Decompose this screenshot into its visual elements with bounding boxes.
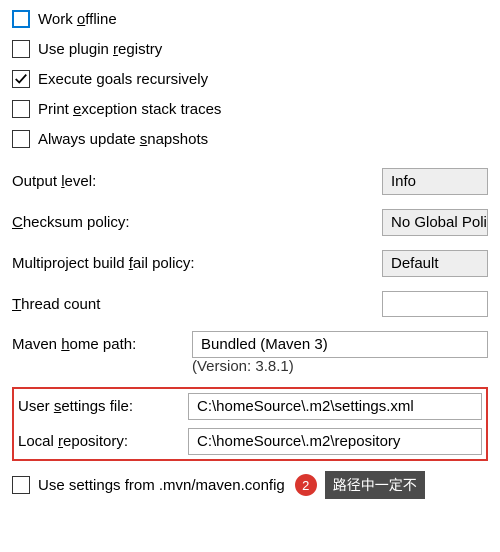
output-level-label: Output level: xyxy=(12,173,182,190)
thread-count-label: Thread count xyxy=(12,296,182,313)
local-repository-input[interactable]: C:\homeSource\.m2\repository xyxy=(188,428,482,455)
always-update-snapshots-label: Always update snapshots xyxy=(38,131,208,148)
print-exception-label: Print exception stack traces xyxy=(38,101,221,118)
work-offline-label: Work offline xyxy=(38,11,117,28)
user-settings-file-input[interactable]: C:\homeSource\.m2\settings.xml xyxy=(188,393,482,420)
print-exception-checkbox[interactable] xyxy=(12,100,30,118)
checksum-policy-label: Checksum policy: xyxy=(12,214,182,231)
maven-home-path-label: Maven home path: xyxy=(12,336,182,353)
multiproject-fail-select[interactable]: Default xyxy=(382,250,488,277)
execute-goals-label: Execute goals recursively xyxy=(38,71,208,88)
annotation-badge: 2 xyxy=(295,474,317,496)
use-plugin-registry-checkbox[interactable] xyxy=(12,40,30,58)
use-settings-from-mvn-label: Use settings from .mvn/maven.config xyxy=(38,477,285,494)
multiproject-fail-label: Multiproject build fail policy: xyxy=(12,255,242,272)
maven-version-note: (Version: 3.8.1) xyxy=(192,358,488,375)
output-level-select[interactable]: Info xyxy=(382,168,488,195)
maven-home-path-select[interactable]: Bundled (Maven 3) xyxy=(192,331,488,358)
checksum-policy-select[interactable]: No Global Policy xyxy=(382,209,488,236)
use-plugin-registry-label: Use plugin registry xyxy=(38,41,162,58)
local-repository-label: Local repository: xyxy=(18,433,188,450)
user-settings-file-label: User settings file: xyxy=(18,398,188,415)
thread-count-input[interactable] xyxy=(382,291,488,317)
always-update-snapshots-checkbox[interactable] xyxy=(12,130,30,148)
checkmark-icon xyxy=(14,72,28,86)
work-offline-checkbox[interactable] xyxy=(12,10,30,28)
use-settings-from-mvn-checkbox[interactable] xyxy=(12,476,30,494)
execute-goals-checkbox[interactable] xyxy=(12,70,30,88)
highlighted-paths-box: User settings file: C:\homeSource\.m2\se… xyxy=(12,387,488,461)
annotation-tooltip: 路径中一定不 xyxy=(325,471,425,499)
